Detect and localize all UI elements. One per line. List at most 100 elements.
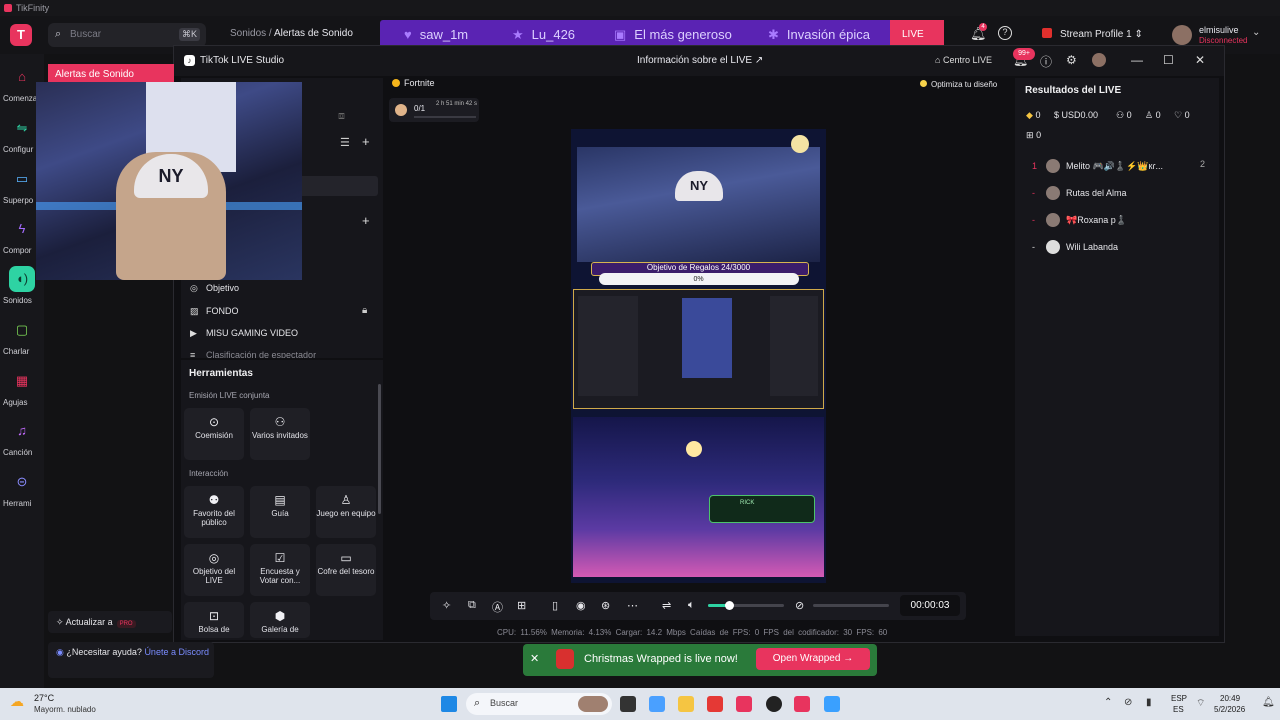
- preview-player-name: RICK: [740, 500, 755, 506]
- target-icon: ◎: [190, 283, 198, 293]
- obs-icon[interactable]: [766, 696, 782, 712]
- ai-icon[interactable]: Ⓐ: [492, 599, 503, 615]
- sidebar-item-cancion[interactable]: ♫ Canción: [0, 418, 44, 457]
- list-icon[interactable]: ☰: [340, 136, 350, 149]
- start-menu-icon[interactable]: [441, 696, 457, 712]
- tool-cofre-tesoro[interactable]: ▭ Cofre del tesoro: [316, 544, 376, 596]
- screen-add-icon[interactable]: ⧉: [468, 599, 476, 612]
- clock-date[interactable]: 5/2/2026: [1214, 705, 1245, 714]
- tool-favorito-publico[interactable]: ⚉ Favorito del público: [184, 486, 244, 538]
- source-item[interactable]: ◎ Objetivo: [190, 283, 239, 294]
- tool-juego-equipo[interactable]: ♙ Juego en equipo: [316, 486, 376, 538]
- volume-icon[interactable]: 🔈︎: [688, 599, 695, 612]
- open-wrapped-button[interactable]: Open Wrapped →: [756, 648, 870, 670]
- sidebar-item-agujas[interactable]: ▦ Agujas: [0, 368, 44, 407]
- copilot-icon[interactable]: [649, 696, 665, 712]
- tool-galeria[interactable]: ⬢ Galería de: [250, 602, 310, 638]
- record-icon[interactable]: ◉: [576, 599, 586, 612]
- ranking-row[interactable]: - 🎀Roxana p♟️: [1032, 213, 1127, 227]
- maximize-icon[interactable]: ☐: [1163, 53, 1174, 67]
- lock-icon[interactable]: 🔒︎: [362, 305, 367, 316]
- volume-slider-handle[interactable]: [725, 601, 734, 610]
- sidebar-item-charlar[interactable]: ▢ Charlar: [0, 317, 44, 356]
- file-explorer-icon[interactable]: [678, 696, 694, 712]
- tool-objetivo-live[interactable]: ◎ Objetivo del LIVE: [184, 544, 244, 596]
- optimize-layout-button[interactable]: Optimiza tu diseño: [920, 80, 997, 89]
- target-icon: ◎: [208, 551, 220, 565]
- user-plus-icon: ⚇: [1116, 110, 1125, 120]
- magic-wand-icon[interactable]: ✧: [442, 599, 451, 612]
- settings-icon[interactable]: ⚙: [1066, 53, 1077, 67]
- tikfinity-icon[interactable]: [794, 696, 810, 712]
- game-tag[interactable]: Fortnite: [392, 78, 435, 88]
- tray-mic-icon[interactable]: ▮: [1146, 697, 1152, 708]
- app-icon[interactable]: [824, 696, 840, 712]
- tray-chevron-icon[interactable]: ⌃: [1104, 697, 1112, 708]
- notification-count: 4: [979, 23, 987, 31]
- tool-encuesta[interactable]: ☑ Encuesta y Votar con...: [250, 544, 310, 596]
- app-logo-icon[interactable]: T: [10, 24, 32, 46]
- search-icon: ⌕: [55, 28, 62, 40]
- poll-icon: ☑: [274, 551, 286, 565]
- more-icon[interactable]: ⋯: [627, 599, 638, 612]
- sidebar-item-herramientas[interactable]: ⊝ Herrami: [0, 469, 44, 508]
- sliders-icon: ⇋: [16, 120, 28, 135]
- help-icon[interactable]: ⓘ: [1040, 53, 1052, 70]
- source-item[interactable]: ≡ Clasificación de espectador: [190, 350, 316, 358]
- mic-muted-icon[interactable]: ⊘: [795, 599, 804, 612]
- ranking-row[interactable]: 1 Melito 🎮🔊♟️⚡👑кɾ... 2: [1032, 159, 1205, 173]
- add-icon[interactable]: +: [362, 134, 370, 149]
- app-logo-small-icon: [4, 4, 12, 12]
- add-scene-icon[interactable]: +: [362, 213, 370, 228]
- breadcrumb-current: Alertas de Sonido: [273, 28, 353, 39]
- discord-link[interactable]: Únete a Discord: [144, 647, 209, 657]
- profile-selector[interactable]: Stream Profile 1 ⇕: [1042, 28, 1143, 40]
- avatar[interactable]: [1172, 25, 1192, 45]
- breadcrumb: Sonidos / Alertas de Sonido: [230, 28, 353, 39]
- tray-wifi-icon[interactable]: ⌔: [1196, 697, 1205, 710]
- upgrade-button[interactable]: ✧ Actualizar a PRO: [48, 611, 172, 633]
- breadcrumb-parent[interactable]: Sonidos: [230, 28, 266, 39]
- gift-icon: [556, 649, 574, 669]
- taskbar-widget-icon[interactable]: [578, 696, 608, 712]
- bag-icon: ⊡: [208, 609, 220, 623]
- tool-bolsa[interactable]: ⊡ Bolsa de: [184, 602, 244, 638]
- earnings-stat: $ USD0.00: [1054, 110, 1099, 120]
- help-icon[interactable]: ?: [998, 26, 1012, 40]
- ranking-row[interactable]: - Rutas del Alma: [1032, 186, 1127, 200]
- close-icon[interactable]: ✕: [530, 652, 544, 666]
- lock-icon[interactable]: ⧈: [338, 110, 345, 123]
- source-item[interactable]: ▨ FONDO: [190, 306, 239, 317]
- language-code[interactable]: ESP: [1171, 694, 1187, 703]
- tiktok-logo-icon: ♪: [184, 55, 195, 66]
- tools-scrollbar[interactable]: [378, 384, 381, 514]
- weather-icon[interactable]: ☁: [10, 693, 24, 710]
- ranking-row[interactable]: - Wili Labanda: [1032, 240, 1118, 254]
- mixer-icon[interactable]: ⇌: [662, 599, 671, 612]
- centro-live-button[interactable]: ⌂ Centro LIVE: [935, 55, 992, 65]
- notifications-icon[interactable]: 🔔︎: [1262, 697, 1275, 708]
- tool-varios-invitados[interactable]: ⚇ Varios invitados: [250, 408, 310, 460]
- clock-time[interactable]: 20:49: [1220, 694, 1240, 703]
- keyboard-layout[interactable]: ES: [1173, 705, 1184, 714]
- chevron-down-icon[interactable]: ⌄: [1252, 27, 1260, 38]
- close-icon[interactable]: ✕: [1195, 53, 1205, 67]
- source-item[interactable]: ▶ MISU GAMING VIDEO: [190, 328, 298, 339]
- tiktok-live-studio-icon[interactable]: [736, 696, 752, 712]
- preview-scene-moon: [686, 441, 702, 457]
- avatar[interactable]: [1092, 53, 1106, 67]
- search-input[interactable]: ⌕ Buscar ⌘K: [48, 23, 206, 47]
- tray-network-off-icon[interactable]: ⊘: [1124, 697, 1132, 708]
- youtube-icon[interactable]: [707, 696, 723, 712]
- task-view-icon[interactable]: [620, 696, 636, 712]
- live-info-header[interactable]: Información sobre el LIVE ↗: [637, 55, 763, 66]
- mic-slider[interactable]: [813, 604, 889, 607]
- minimize-icon[interactable]: —: [1131, 53, 1143, 67]
- tool-coemision[interactable]: ⊙ Coemisión: [184, 408, 244, 460]
- layout-icon[interactable]: ⊞: [517, 599, 526, 612]
- link-icon: ⊙: [208, 415, 220, 429]
- webcam-preview: NY: [36, 82, 302, 280]
- camera-icon[interactable]: ⊛: [601, 599, 610, 612]
- phone-icon[interactable]: ▯: [552, 599, 558, 612]
- tool-guia[interactable]: ▤ Guía: [250, 486, 310, 538]
